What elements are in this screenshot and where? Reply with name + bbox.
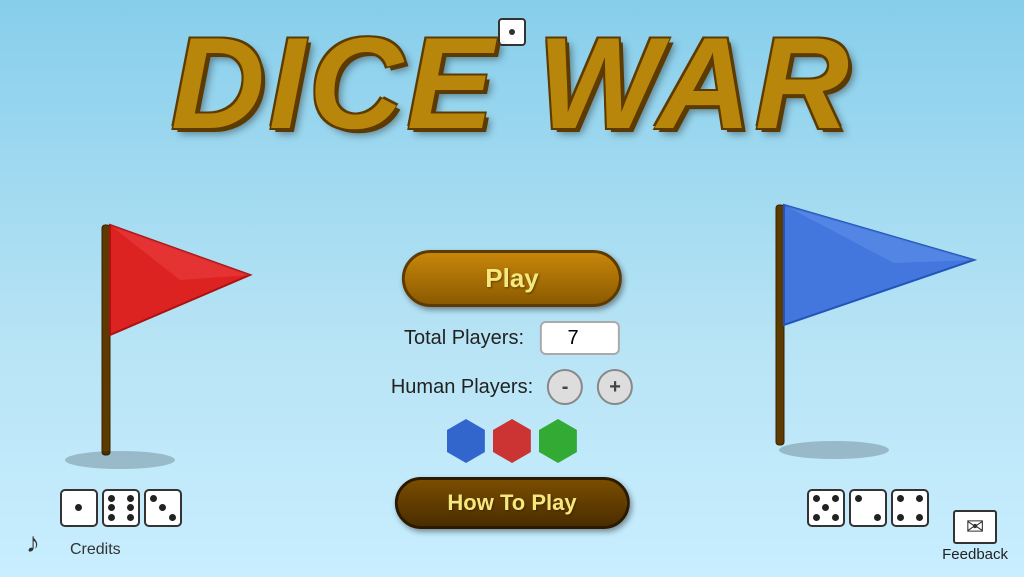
die-4: [807, 489, 845, 527]
dice-left-group: [60, 489, 182, 527]
game-title: DICE WAR: [171, 18, 853, 148]
total-players-row: Total Players: 2 3 4 5 6 7 8: [404, 321, 620, 355]
plus-button[interactable]: +: [597, 369, 633, 405]
dice-right-group: [807, 489, 929, 527]
center-controls: Play Total Players: 2 3 4 5 6 7 8 Human …: [391, 250, 633, 529]
title-container: DICE WAR: [0, 0, 1024, 148]
human-players-label: Human Players:: [391, 376, 533, 399]
color-blue[interactable]: [447, 419, 485, 463]
feedback-label: Feedback: [942, 546, 1008, 563]
color-dots-row: [447, 419, 577, 463]
how-to-play-button[interactable]: How To Play: [394, 477, 629, 529]
total-players-select[interactable]: 2 3 4 5 6 7 8: [540, 321, 620, 355]
music-note-icon[interactable]: ♪: [26, 527, 40, 559]
blue-flag: [734, 185, 1004, 465]
die-2: [102, 489, 140, 527]
die-3: [144, 489, 182, 527]
feedback-container[interactable]: Feedback: [942, 510, 1008, 563]
red-flag: [30, 195, 270, 475]
total-players-label: Total Players:: [404, 327, 524, 350]
die-6: [891, 489, 929, 527]
human-players-row: Human Players: - +: [391, 369, 633, 405]
color-red[interactable]: [493, 419, 531, 463]
credits-label[interactable]: Credits: [70, 541, 121, 559]
mail-icon: [953, 510, 997, 544]
color-green[interactable]: [539, 419, 577, 463]
minus-button[interactable]: -: [547, 369, 583, 405]
die-5: [849, 489, 887, 527]
die-1: [60, 489, 98, 527]
play-button[interactable]: Play: [402, 250, 622, 307]
